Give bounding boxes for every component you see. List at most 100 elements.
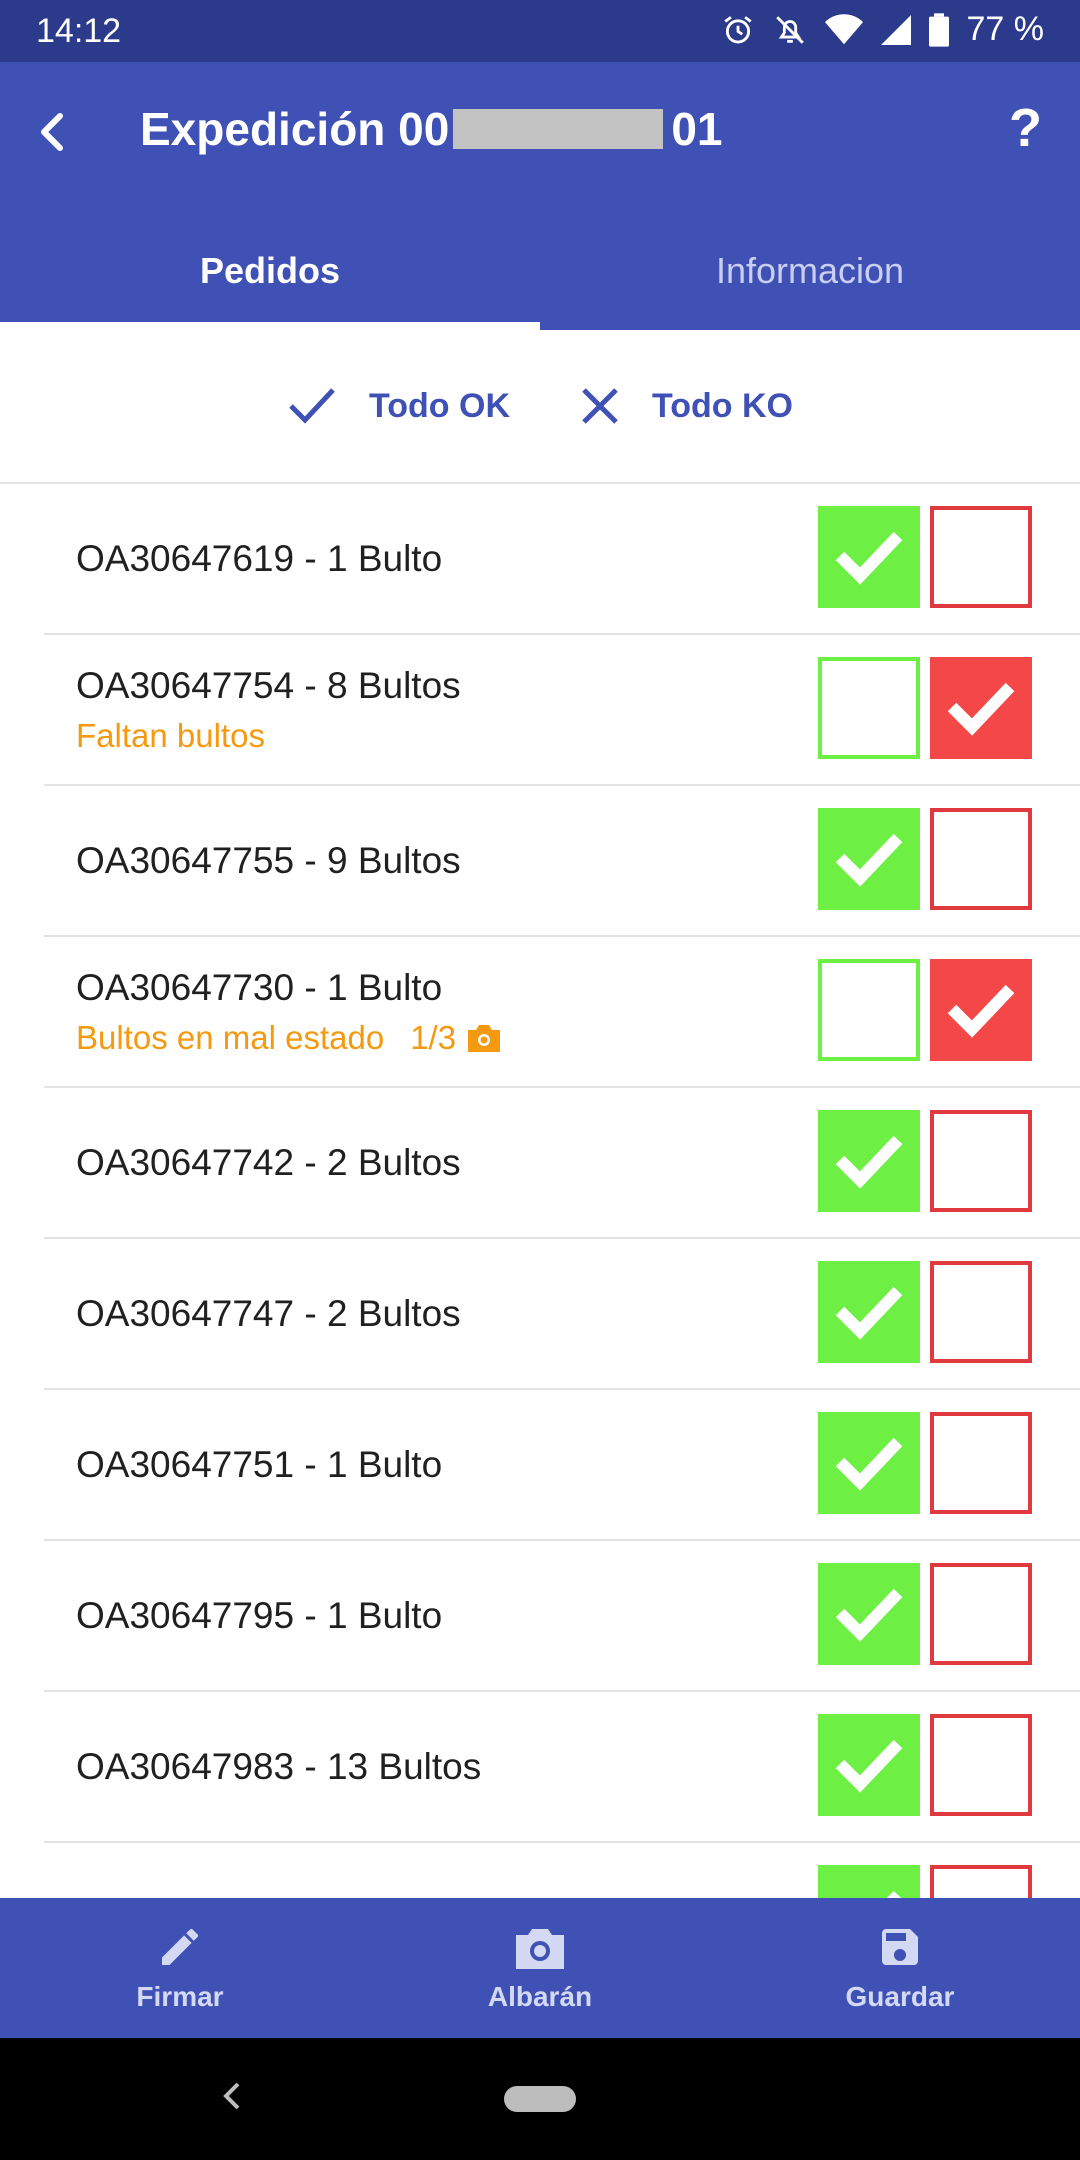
order-text: OA30647751 - 1 Bulto xyxy=(76,1390,442,1539)
ok-checkbox[interactable] xyxy=(818,959,920,1061)
status-time: 14:12 xyxy=(36,12,122,50)
check-icon xyxy=(289,388,335,424)
pencil-icon xyxy=(162,1928,199,1965)
order-text: OA30647742 - 2 Bultos xyxy=(76,1088,461,1237)
photo-count[interactable]: 1/3 xyxy=(410,1019,502,1057)
ko-checkbox[interactable] xyxy=(930,506,1032,608)
nav-home-pill[interactable] xyxy=(504,2086,576,2112)
alarm-icon xyxy=(721,13,755,47)
ko-checkbox[interactable] xyxy=(930,1563,1032,1665)
status-icons: 77 % xyxy=(721,10,1045,49)
order-label: OA30647742 - 2 Bultos xyxy=(76,1141,461,1183)
list-item: OA30647742 - 2 Bultos xyxy=(44,1088,1080,1239)
back-button[interactable] xyxy=(24,102,84,162)
order-text: OA30647795 - 1 Bulto xyxy=(76,1541,442,1690)
ok-checkbox[interactable] xyxy=(818,1261,920,1363)
order-label: OA30647795 - 1 Bulto xyxy=(76,1594,443,1636)
check-icon xyxy=(835,1739,903,1793)
tab-bar: Pedidos Informacion xyxy=(0,212,1080,330)
check-icon xyxy=(947,682,1015,736)
arrow-back-icon xyxy=(41,113,63,151)
check-icon xyxy=(835,1437,903,1491)
ko-checkbox[interactable] xyxy=(930,1110,1032,1212)
ko-checkbox[interactable] xyxy=(930,657,1032,759)
ko-checkbox[interactable] xyxy=(930,1714,1032,1816)
orders-list[interactable]: OA30647619 - 1 Bulto OA30647754 - 8 Bult… xyxy=(0,484,1080,1898)
order-note: Bultos en mal estado 1/3 xyxy=(76,1019,502,1057)
photo-count-text: 1/3 xyxy=(410,1018,457,1056)
ko-checkbox[interactable] xyxy=(930,1865,1032,1898)
list-item: OA30647755 - 9 Bultos xyxy=(44,786,1080,937)
camera-icon xyxy=(516,1929,564,1969)
list-item: OA30647754 - 8 Bultos Faltan bultos xyxy=(44,635,1080,786)
ko-checkbox[interactable] xyxy=(930,808,1032,910)
battery-level: 77 % xyxy=(966,10,1045,48)
order-label: OA30647747 - 2 Bultos xyxy=(76,1292,461,1334)
battery-icon xyxy=(928,12,949,47)
order-label: OA30647730 - 1 Bulto xyxy=(76,966,443,1008)
delivery-note-label: Albarán xyxy=(487,1981,593,2012)
bulk-actions: Todo OK Todo KO xyxy=(0,330,1080,484)
ok-checkbox[interactable] xyxy=(818,808,920,910)
list-item xyxy=(44,1843,1080,1898)
sign-button[interactable]: Firmar xyxy=(0,1898,360,2038)
list-item: OA30647747 - 2 Bultos xyxy=(44,1239,1080,1390)
ko-checkbox[interactable] xyxy=(930,1412,1032,1514)
list-item: OA30647795 - 1 Bulto xyxy=(44,1541,1080,1692)
do-not-disturb-icon xyxy=(773,13,807,47)
ok-checkbox[interactable] xyxy=(818,1714,920,1816)
ok-checkbox[interactable] xyxy=(818,506,920,608)
check-icon xyxy=(835,833,903,887)
check-icon xyxy=(835,1588,903,1642)
redacted-block xyxy=(453,109,664,149)
ok-checkbox[interactable] xyxy=(818,1865,920,1898)
order-text: OA30647730 - 1 Bulto Bultos en mal estad… xyxy=(76,937,502,1086)
order-label: OA30647619 - 1 Bulto xyxy=(76,537,443,579)
tab-indicator xyxy=(0,322,540,330)
sign-label: Firmar xyxy=(136,1981,224,2012)
nav-back-icon[interactable] xyxy=(222,2080,242,2112)
ok-checkbox[interactable] xyxy=(818,1110,920,1212)
check-icon xyxy=(835,1135,903,1189)
list-item: OA30647751 - 1 Bulto xyxy=(44,1390,1080,1541)
all-ok-button[interactable]: Todo OK xyxy=(287,386,510,426)
all-ko-button[interactable]: Todo KO xyxy=(580,386,793,426)
help-button[interactable]: ? xyxy=(1009,98,1042,158)
save-button[interactable]: Guardar xyxy=(720,1898,1080,2038)
order-label: OA30647755 - 9 Bultos xyxy=(76,839,461,881)
system-nav-bar xyxy=(0,2038,1080,2160)
ko-checkbox[interactable] xyxy=(930,959,1032,1061)
camera-icon xyxy=(468,1024,501,1052)
title-suffix: 01 xyxy=(671,103,723,155)
page-title: Expedición 00 01 xyxy=(140,102,723,156)
ok-checkbox[interactable] xyxy=(818,1412,920,1514)
check-icon xyxy=(835,1286,903,1340)
title-prefix: Expedición 00 xyxy=(140,103,450,155)
order-text: OA30647747 - 2 Bultos xyxy=(76,1239,461,1388)
save-label: Guardar xyxy=(845,1981,955,2012)
ok-checkbox[interactable] xyxy=(818,657,920,759)
bottom-action-bar: Firmar Albarán Guardar xyxy=(0,1898,1080,2038)
order-note: Faltan bultos xyxy=(76,717,461,755)
signal-icon xyxy=(880,13,911,47)
tab-label: Informacion xyxy=(715,250,905,291)
delivery-note-button[interactable]: Albarán xyxy=(360,1898,720,2038)
app-bar: Expedición 00 01 ? xyxy=(0,62,1080,212)
check-icon xyxy=(886,1890,902,1898)
tab-pedidos[interactable]: Pedidos xyxy=(0,212,540,330)
status-bar: 14:12 77 % xyxy=(0,0,1080,62)
order-label: OA30647751 - 1 Bulto xyxy=(76,1443,443,1485)
tab-informacion[interactable]: Informacion xyxy=(540,212,1080,330)
check-icon xyxy=(947,984,1015,1038)
order-label: OA30647754 - 8 Bultos xyxy=(76,664,461,706)
order-text: OA30647983 - 13 Bultos xyxy=(76,1692,481,1841)
save-icon xyxy=(882,1929,918,1965)
ok-checkbox[interactable] xyxy=(818,1563,920,1665)
note-text: Faltan bultos xyxy=(76,716,265,754)
ko-checkbox[interactable] xyxy=(930,1261,1032,1363)
close-icon xyxy=(582,388,618,424)
all-ko-label: Todo KO xyxy=(652,386,793,425)
list-item: OA30647983 - 13 Bultos xyxy=(44,1692,1080,1843)
tab-label: Pedidos xyxy=(199,250,341,291)
list-item: OA30647619 - 1 Bulto xyxy=(44,484,1080,635)
